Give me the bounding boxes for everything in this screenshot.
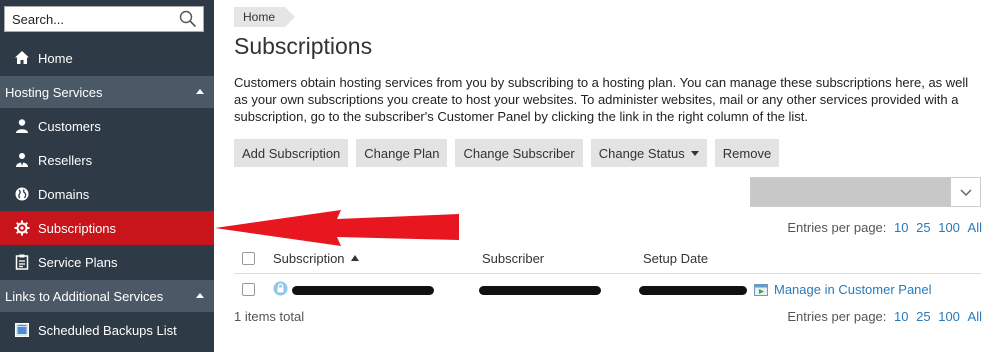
sidebar-item-subscriptions[interactable]: Subscriptions <box>0 211 214 245</box>
collapse-caret-icon[interactable] <box>196 293 204 298</box>
page-description: Customers obtain hosting services from y… <box>234 75 969 124</box>
change-status-button[interactable]: Change Status <box>590 139 707 167</box>
entries-per-page-label: Entries per page: <box>787 220 887 235</box>
column-subscriber[interactable]: Subscriber <box>482 251 544 266</box>
remove-button[interactable]: Remove <box>714 139 780 167</box>
manage-link-label[interactable]: Manage in Customer Panel <box>774 282 932 297</box>
chevron-down-icon[interactable] <box>960 186 972 198</box>
filter-redacted <box>751 178 951 206</box>
section-label: Links to Additional Services <box>5 288 164 304</box>
sidebar-item-label: Resellers <box>38 152 93 168</box>
section-links-additional[interactable]: Links to Additional Services <box>0 280 214 312</box>
change-subscriber-button[interactable]: Change Subscriber <box>455 139 583 167</box>
sidebar-item-service-plans[interactable]: Service Plans <box>0 245 214 279</box>
column-setup-date[interactable]: Setup Date <box>643 251 708 266</box>
main-content: Home Subscriptions Customers obtain host… <box>234 0 984 352</box>
user-icon <box>12 116 32 136</box>
sort-ascending-icon <box>350 255 359 261</box>
table-header: Subscription Subscriber Setup Date <box>234 246 981 274</box>
sidebar-item-customers[interactable]: Customers <box>0 109 214 143</box>
redacted-subscriber-name[interactable] <box>479 286 601 295</box>
sidebar-item-label: Service Plans <box>38 254 118 270</box>
page-size-10[interactable]: 10 <box>894 309 908 324</box>
search-input[interactable] <box>5 7 175 31</box>
entries-per-page-top: Entries per page: 10 25 100 All <box>787 220 982 235</box>
backup-icon <box>12 320 32 340</box>
toolbar: Add Subscription Change Plan Change Subs… <box>234 139 780 167</box>
filter-dropdown[interactable] <box>750 177 981 207</box>
column-label: Subscription <box>273 251 345 266</box>
customer-panel-icon <box>754 283 768 296</box>
section-label: Hosting Services <box>5 84 103 100</box>
page-size-10[interactable]: 10 <box>894 220 908 235</box>
sidebar-item-home[interactable]: Home <box>0 41 214 75</box>
redacted-setup-date <box>639 286 747 295</box>
subscription-status-icon <box>273 281 288 296</box>
home-icon <box>12 48 32 68</box>
table-row: Manage in Customer Panel <box>234 275 981 305</box>
sidebar-item-label: Subscriptions <box>38 220 117 236</box>
change-status-label: Change Status <box>598 145 685 161</box>
page-size-25[interactable]: 25 <box>916 309 930 324</box>
chevron-down-icon <box>690 150 699 156</box>
sidebar-item-label: Scheduled Backups List <box>38 322 177 338</box>
sidebar-item-label: Customers <box>38 118 101 134</box>
page-size-all[interactable]: All <box>968 309 982 324</box>
manage-in-customer-panel-link[interactable]: Manage in Customer Panel <box>754 282 932 297</box>
section-hosting-services[interactable]: Hosting Services <box>0 76 214 108</box>
items-total: 1 items total <box>234 309 305 324</box>
sidebar-item-scheduled-backups[interactable]: Scheduled Backups List <box>0 313 214 347</box>
search-box[interactable] <box>4 6 204 32</box>
page-title: Subscriptions <box>234 33 373 59</box>
entries-per-page-label: Entries per page: <box>787 309 887 324</box>
sidebar-item-label: Domains <box>38 186 90 202</box>
sidebar: Home Hosting Services Customers Reseller… <box>0 0 214 352</box>
redacted-subscription-name[interactable] <box>292 286 434 295</box>
sidebar-item-domains[interactable]: Domains <box>0 177 214 211</box>
add-subscription-button[interactable]: Add Subscription <box>234 139 349 167</box>
globe-icon <box>12 184 32 204</box>
breadcrumb-home[interactable]: Home <box>243 10 275 24</box>
page-size-25[interactable]: 25 <box>916 220 930 235</box>
collapse-caret-icon[interactable] <box>196 89 204 94</box>
change-plan-button[interactable]: Change Plan <box>356 139 448 167</box>
entries-per-page-bottom: Entries per page: 10 25 100 All <box>787 309 982 324</box>
gear-icon <box>12 218 32 238</box>
breadcrumb[interactable]: Home <box>234 7 296 27</box>
page-size-100[interactable]: 100 <box>938 309 960 324</box>
row-checkbox[interactable] <box>242 283 255 296</box>
select-all-checkbox[interactable] <box>242 252 255 265</box>
page-size-all[interactable]: All <box>968 220 982 235</box>
plan-icon <box>12 252 32 272</box>
sidebar-item-label: Home <box>38 50 73 66</box>
reseller-icon <box>12 150 32 170</box>
sidebar-item-resellers[interactable]: Resellers <box>0 143 214 177</box>
page-size-100[interactable]: 100 <box>938 220 960 235</box>
search-icon[interactable] <box>179 10 197 28</box>
column-subscription[interactable]: Subscription <box>273 251 359 266</box>
